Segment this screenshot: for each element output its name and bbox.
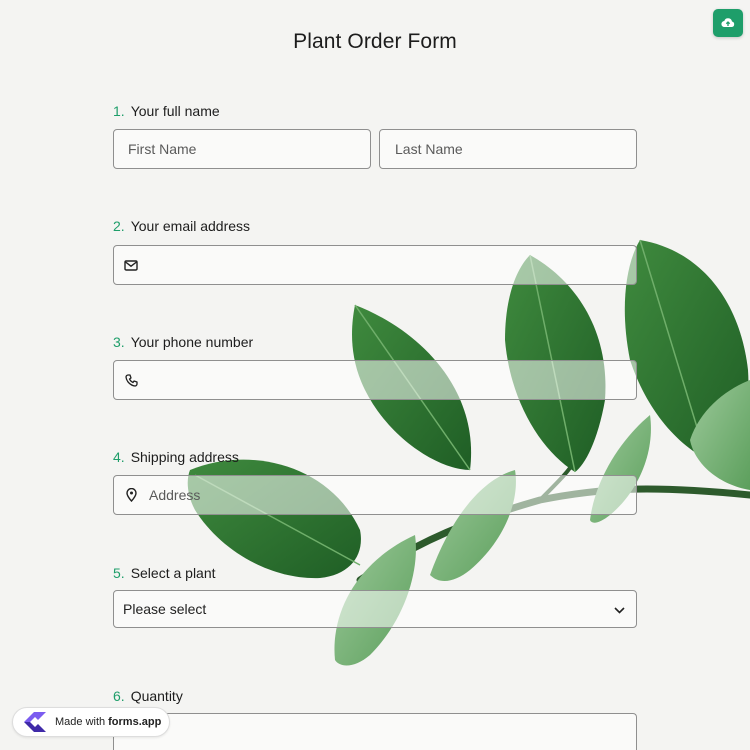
address-input[interactable]: Address — [113, 475, 637, 515]
question-email-label: 2. Your email address — [113, 218, 250, 234]
last-name-input[interactable]: Last Name — [379, 129, 637, 169]
chevron-down-icon — [614, 601, 625, 617]
map-pin-icon — [123, 487, 139, 503]
cloud-upload-icon — [721, 18, 735, 28]
question-text: Shipping address — [130, 449, 239, 465]
forms-app-logo-icon — [21, 711, 49, 733]
address-placeholder: Address — [149, 487, 201, 503]
form-title: Plant Order Form — [293, 30, 457, 53]
made-with-badge[interactable]: Made with forms.app — [12, 707, 170, 737]
badge-prefix: Made with — [55, 716, 106, 728]
phone-input[interactable] — [113, 360, 637, 400]
question-number: 4. — [113, 449, 125, 465]
question-number: 5. — [113, 565, 125, 581]
phone-icon — [123, 372, 139, 388]
question-text: Quantity — [130, 688, 183, 704]
question-number: 3. — [113, 334, 125, 350]
question-text: Your phone number — [130, 334, 254, 350]
question-text: Your email address — [130, 218, 251, 234]
question-full-name-label: 1. Your full name — [113, 103, 220, 119]
question-plant-label: 5. Select a plant — [113, 565, 216, 581]
email-input[interactable] — [113, 245, 637, 285]
order-form: Plant Order Form 1. Your full name First … — [0, 0, 750, 750]
envelope-icon — [123, 257, 139, 273]
question-quantity-label: 6. Quantity — [113, 688, 183, 704]
first-name-input[interactable]: First Name — [113, 129, 371, 169]
question-number: 1. — [113, 103, 125, 119]
question-number: 2. — [113, 218, 125, 234]
last-name-placeholder: Last Name — [395, 141, 463, 157]
badge-brand: forms.app — [108, 716, 162, 728]
question-text: Select a plant — [130, 565, 216, 581]
question-text: Your full name — [130, 103, 220, 119]
question-phone-label: 3. Your phone number — [113, 334, 253, 350]
plant-select[interactable]: Please select — [113, 590, 637, 628]
question-address-label: 4. Shipping address — [113, 449, 239, 465]
question-number: 6. — [113, 688, 125, 704]
quantity-input[interactable] — [113, 713, 637, 750]
plant-select-value: Please select — [123, 601, 207, 617]
first-name-placeholder: First Name — [128, 141, 197, 157]
